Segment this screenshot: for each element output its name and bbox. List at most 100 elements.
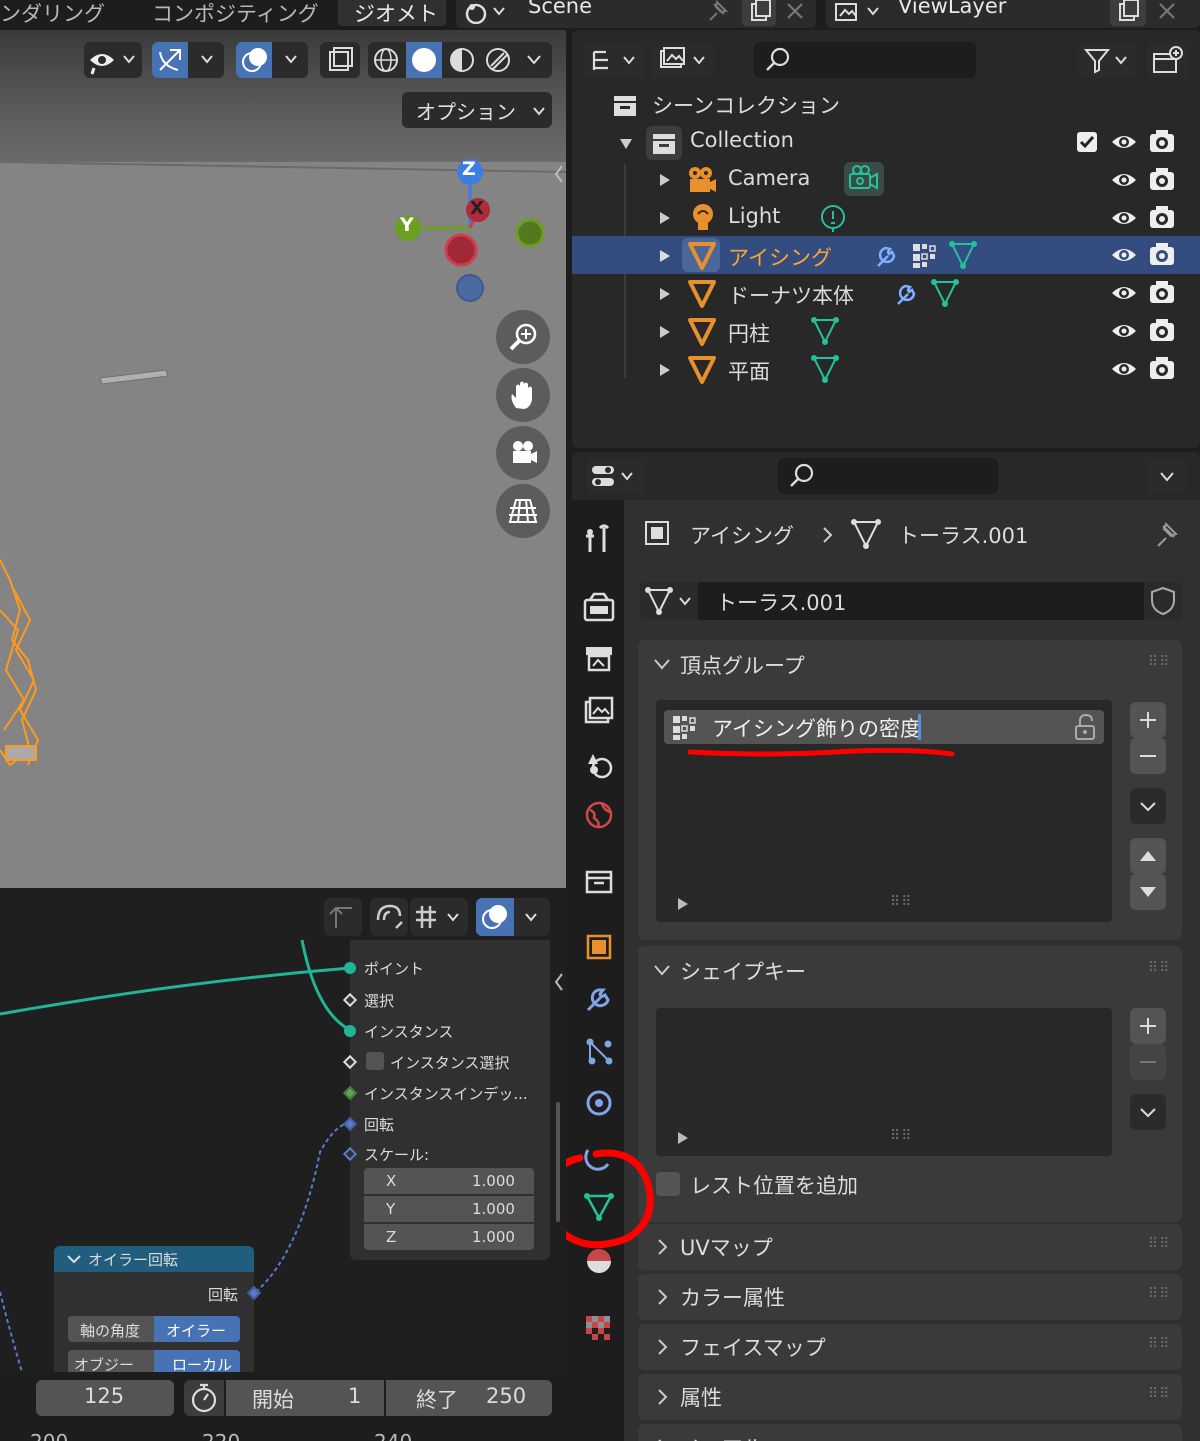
socket-points[interactable] [344, 962, 356, 974]
outliner-filter-button[interactable] [1078, 42, 1136, 78]
outliner-item-light[interactable]: Light [572, 200, 1200, 236]
shape-keys-header[interactable]: シェイプキー ⠿⠿ [638, 946, 1182, 992]
rendered-shading-icon[interactable] [480, 42, 516, 78]
remove-vertex-group-button[interactable] [1130, 738, 1166, 774]
expand-arrow-icon[interactable] [658, 362, 672, 378]
remove-shape-key-button[interactable] [1130, 1044, 1166, 1080]
outliner-search-input[interactable] [754, 42, 976, 78]
particles-tab-icon[interactable] [582, 1034, 616, 1068]
pin-icon[interactable] [704, 0, 730, 24]
tool-tab-icon[interactable] [582, 522, 616, 556]
pin-icon[interactable] [1152, 520, 1182, 550]
collapse-arrow-icon[interactable] [618, 136, 634, 152]
eye-icon[interactable] [1109, 243, 1139, 267]
cylinder-object[interactable] [96, 364, 176, 394]
instance-on-points-node[interactable]: ポイント 選択 インスタンス インスタンス選択 インスタンスインデッ... 回転… [342, 940, 550, 1260]
shape-key-list[interactable]: ⠿⠿ [656, 1008, 1112, 1156]
eye-icon[interactable] [1109, 281, 1139, 305]
move-down-button[interactable] [1130, 874, 1166, 910]
collection-row[interactable]: Collection [572, 124, 1200, 160]
expand-filter-icon[interactable] [676, 896, 690, 912]
camera-data-icon[interactable] [846, 164, 882, 194]
expand-filter-icon[interactable] [676, 1130, 690, 1146]
icing-wireframe[interactable] [0, 550, 60, 780]
move-up-button[interactable] [1130, 838, 1166, 874]
wrench-icon[interactable] [892, 278, 922, 308]
shading-modes[interactable] [368, 42, 552, 78]
mesh-data-icon[interactable] [810, 354, 840, 384]
mode-axis-angle-button[interactable]: 軸の角度 [68, 1316, 154, 1342]
color-attributes-panel[interactable]: カラー属性 ⠿⠿ [638, 1274, 1182, 1320]
outliner-item-plane[interactable]: 平面 [572, 350, 1200, 388]
new-scene-icon[interactable] [742, 0, 776, 26]
world-tab-icon[interactable] [582, 798, 616, 832]
drag-handle-icon[interactable]: ⠿⠿ [1148, 654, 1171, 670]
material-shading-icon[interactable] [444, 42, 480, 78]
start-frame-field[interactable]: 開始 1 [226, 1380, 384, 1416]
render-tab-icon[interactable] [582, 590, 616, 624]
eye-icon[interactable] [1109, 319, 1139, 343]
render-camera-icon[interactable] [1147, 317, 1177, 343]
mesh-data-icon[interactable] [810, 316, 840, 346]
solid-shading-icon[interactable] [406, 42, 442, 78]
socket-instance[interactable] [344, 1025, 356, 1037]
vertex-group-name[interactable]: アイシング飾りの密度 [712, 713, 921, 743]
eye-icon[interactable] [1109, 130, 1139, 154]
viewlayer-name[interactable]: ViewLayer [898, 0, 1006, 18]
new-collection-button[interactable] [1146, 42, 1188, 78]
texture-tab-icon[interactable] [582, 1312, 616, 1346]
physics-tab-icon[interactable] [582, 1086, 616, 1120]
wrench-icon[interactable] [872, 240, 902, 270]
workspace-tab-rendering[interactable]: ンダリング [0, 0, 105, 28]
expand-arrow-icon[interactable] [658, 286, 672, 302]
render-camera-icon[interactable] [1147, 166, 1177, 192]
list-resize-handle-icon[interactable]: ⠿⠿ [890, 1128, 913, 1144]
workspace-tab-compositing[interactable]: コンポジティング [152, 0, 319, 28]
render-camera-icon[interactable] [1147, 279, 1177, 305]
vertex-group-specials-button[interactable] [1130, 788, 1166, 824]
mesh-data-icon[interactable] [930, 278, 960, 308]
scale-z-field[interactable]: Z 1.000 [364, 1224, 534, 1250]
drag-handle-icon[interactable]: ⠿⠿ [1148, 1336, 1171, 1352]
expand-arrow-icon[interactable] [658, 172, 672, 188]
expand-arrow-icon[interactable] [658, 324, 672, 340]
viewport-3d[interactable]: オプション Z Y X [0, 30, 566, 888]
exclude-checkbox-icon[interactable] [1075, 130, 1099, 154]
scene-selector[interactable]: Scene [456, 0, 816, 28]
mesh-name-field[interactable]: トーラス.001 [716, 587, 846, 617]
node-editor-scrollbar[interactable] [556, 1102, 560, 1222]
modifier-tab-icon[interactable] [582, 982, 616, 1016]
viewlayer-selector[interactable]: ViewLayer [826, 0, 1200, 28]
render-camera-icon[interactable] [1147, 204, 1177, 230]
properties-search-input[interactable] [778, 458, 998, 494]
outliner-display-mode[interactable] [584, 42, 644, 78]
preview-range-button[interactable] [184, 1380, 224, 1416]
space-object-button[interactable]: オブジー [68, 1350, 154, 1372]
gizmo-toggle[interactable] [152, 42, 224, 78]
scene-name[interactable]: Scene [528, 0, 592, 18]
end-frame-field[interactable]: 終了 250 [386, 1380, 552, 1416]
current-frame-field[interactable]: 125 [36, 1380, 174, 1416]
expand-arrow-icon[interactable] [658, 210, 672, 226]
vertex-group-item[interactable]: アイシング飾りの密度 [664, 710, 1104, 744]
visibility-toggle[interactable] [84, 42, 142, 78]
outliner-item-cylinder[interactable]: 円柱 [572, 312, 1200, 350]
space-local-button[interactable]: ローカル [154, 1350, 240, 1372]
properties-options-dropdown[interactable] [1148, 458, 1186, 494]
drag-handle-icon[interactable]: ⠿⠿ [1148, 1236, 1171, 1252]
render-camera-icon[interactable] [1147, 355, 1177, 381]
editor-type-button[interactable] [586, 458, 644, 494]
outliner-filter-mode[interactable] [652, 42, 714, 78]
eye-icon[interactable] [1109, 357, 1139, 381]
light-data-icon[interactable] [818, 203, 848, 233]
wireframe-shading-icon[interactable] [368, 42, 404, 78]
options-dropdown[interactable]: オプション [402, 92, 552, 128]
overlay-toggle[interactable] [236, 42, 308, 78]
mesh-data-icon[interactable] [948, 240, 978, 270]
euler-rotation-node[interactable]: オイラー回転 回転 軸の角度 オイラー オブジー ローカル [54, 1246, 254, 1372]
normals-panel[interactable]: ノーマル [638, 1424, 1182, 1441]
camera-view-button[interactable] [496, 426, 550, 480]
mesh-browse-icon[interactable] [640, 582, 698, 620]
new-viewlayer-icon[interactable] [1110, 0, 1146, 26]
eye-icon[interactable] [1109, 168, 1139, 192]
